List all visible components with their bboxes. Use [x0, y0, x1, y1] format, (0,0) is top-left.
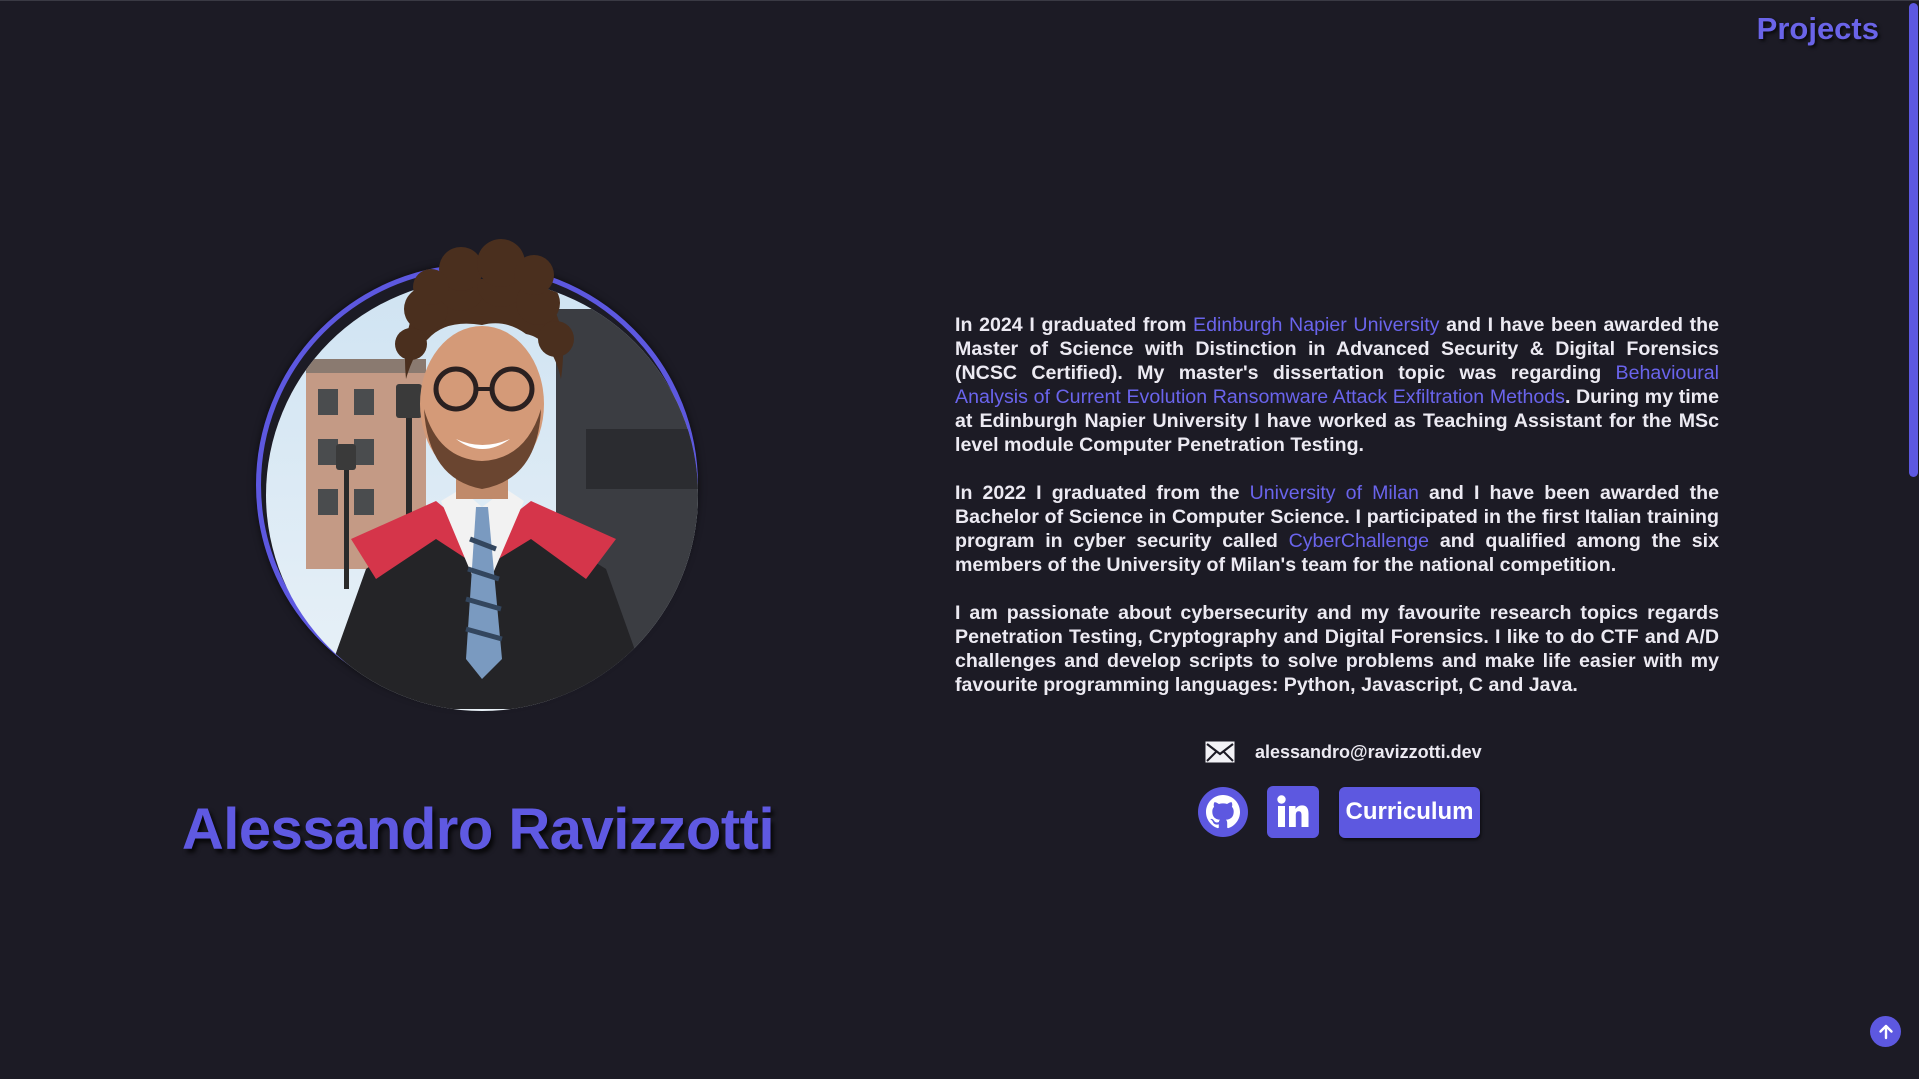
- github-icon[interactable]: [1197, 786, 1249, 838]
- scrollbar-thumb[interactable]: [1909, 3, 1918, 477]
- email-address[interactable]: alessandro@ravizzotti.dev: [1255, 742, 1482, 763]
- linkedin-icon[interactable]: [1267, 786, 1319, 838]
- curriculum-button[interactable]: Curriculum: [1339, 786, 1480, 838]
- mail-icon: [1205, 741, 1235, 763]
- bio-paragraph-2: In 2022 I graduated from the University …: [955, 481, 1719, 577]
- scroll-to-top-button[interactable]: [1870, 1016, 1901, 1047]
- portrait-illustration: [266, 239, 698, 711]
- nav-projects-link[interactable]: Projects: [1757, 11, 1879, 47]
- link-cyberchallenge[interactable]: CyberChallenge: [1289, 530, 1430, 552]
- profile-name: Alessandro Ravizzotti: [181, 797, 775, 862]
- bio-section: In 2024 I graduated from Edinburgh Napie…: [955, 313, 1719, 721]
- bio-text: In 2022 I graduated from the: [955, 482, 1250, 504]
- scrollbar-track[interactable]: [1908, 1, 1919, 1079]
- link-university-of-milan[interactable]: University of Milan: [1250, 482, 1419, 504]
- bio-paragraph-1: In 2024 I graduated from Edinburgh Napie…: [955, 313, 1719, 457]
- profile-photo: [256, 239, 698, 711]
- contact-row: alessandro@ravizzotti.dev: [1205, 739, 1482, 765]
- bio-text: In 2024 I graduated from: [955, 314, 1194, 336]
- bio-paragraph-3: I am passionate about cybersecurity and …: [955, 602, 1719, 696]
- link-edinburgh-napier[interactable]: Edinburgh Napier University: [1193, 314, 1439, 336]
- arrow-up-icon: [1878, 1024, 1893, 1039]
- social-links: Curriculum: [1197, 786, 1480, 838]
- page: Projects Alessandro Ravizzotti In 2024 I…: [0, 0, 1919, 1079]
